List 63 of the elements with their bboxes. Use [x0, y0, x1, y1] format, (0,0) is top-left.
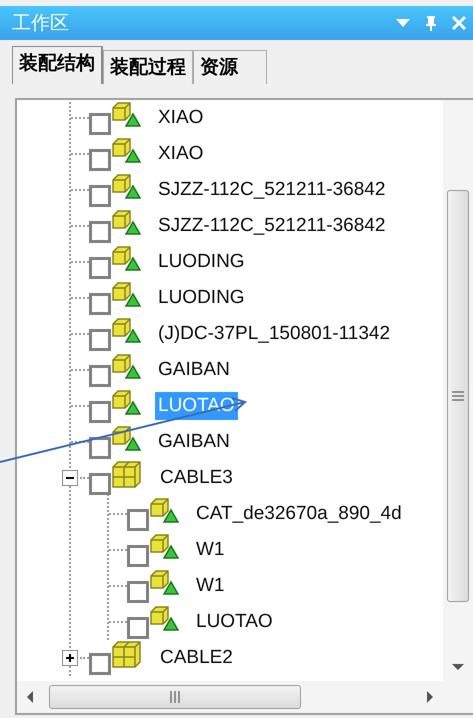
tree-item[interactable]: W1: [193, 536, 228, 564]
horizontal-scrollbar[interactable]: [17, 681, 473, 713]
tree-item[interactable]: (J)DC-37PL_150801-11342: [155, 320, 394, 348]
scroll-thumb[interactable]: [447, 190, 469, 602]
checkbox[interactable]: [89, 293, 111, 315]
tree-item[interactable]: LUODING: [155, 284, 248, 312]
expand-icon[interactable]: [62, 650, 78, 666]
close-icon[interactable]: [449, 13, 469, 33]
checkbox[interactable]: [89, 113, 111, 135]
tree-item[interactable]: LUOTAO: [193, 608, 276, 636]
tree-item[interactable]: LUODING: [155, 248, 248, 276]
tree-item[interactable]: W1: [193, 572, 228, 600]
tree-item[interactable]: XIAO: [155, 140, 206, 168]
part-icon: [111, 244, 141, 272]
checkbox[interactable]: [127, 617, 149, 639]
part-icon: [149, 496, 179, 524]
tab[interactable]: 资源: [193, 50, 267, 84]
part-icon: [111, 388, 141, 416]
part-icon: [111, 100, 141, 128]
checkbox[interactable]: [89, 329, 111, 351]
checkbox[interactable]: [89, 149, 111, 171]
vertical-scrollbar[interactable]: [443, 100, 473, 681]
assembly-icon: [111, 459, 143, 489]
checkbox[interactable]: [127, 581, 149, 603]
checkbox[interactable]: [127, 545, 149, 567]
checkbox[interactable]: [89, 437, 111, 459]
checkbox[interactable]: [89, 185, 111, 207]
tree-item[interactable]: SJZZ-112C_521211-36842: [155, 176, 388, 204]
part-icon: [111, 280, 141, 308]
grip-icon: [169, 691, 181, 703]
part-icon: [111, 172, 141, 200]
assembly-icon: [111, 639, 143, 669]
checkbox[interactable]: [89, 257, 111, 279]
part-icon: [111, 352, 141, 380]
checkbox[interactable]: [127, 509, 149, 531]
scroll-thumb[interactable]: [49, 685, 301, 709]
checkbox[interactable]: [89, 221, 111, 243]
tree-item[interactable]: CAT_de32670a_890_4d: [193, 500, 405, 528]
checkbox[interactable]: [89, 401, 111, 423]
scroll-left-icon[interactable]: [25, 690, 35, 704]
scroll-down-icon[interactable]: [451, 662, 465, 672]
tree-item[interactable]: CABLE2: [157, 644, 236, 672]
part-icon: [111, 208, 141, 236]
checkbox[interactable]: [89, 365, 111, 387]
tree-item[interactable]: XIAO: [155, 104, 206, 132]
checkbox[interactable]: [89, 653, 111, 675]
tree-item[interactable]: CABLE3: [157, 464, 236, 492]
tab[interactable]: 装配结构: [12, 46, 103, 84]
part-icon: [149, 604, 179, 632]
tree-item[interactable]: SJZZ-112C_521211-36842: [155, 212, 388, 240]
part-icon: [149, 568, 179, 596]
tree-item[interactable]: GAIBAN: [155, 356, 233, 384]
collapse-icon[interactable]: [62, 470, 78, 486]
checkbox[interactable]: [89, 473, 111, 495]
part-icon: [111, 424, 141, 452]
grip-icon: [452, 390, 464, 402]
part-icon: [111, 136, 141, 164]
window-title: 工作区: [12, 10, 70, 36]
part-icon: [111, 316, 141, 344]
part-icon: [149, 532, 179, 560]
scroll-right-icon[interactable]: [425, 690, 435, 704]
tab[interactable]: 装配过程: [103, 50, 193, 84]
tree-item[interactable]: GAIBAN: [155, 428, 233, 456]
